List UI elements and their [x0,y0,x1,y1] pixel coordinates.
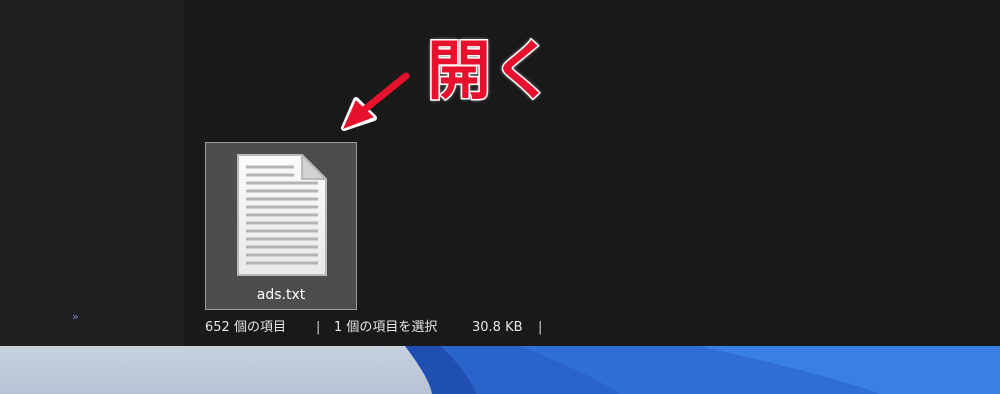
file-item-ads-txt[interactable]: ads.txt [205,142,357,310]
text-document-icon [237,154,327,276]
item-count-text: 652 個の項目 [205,320,286,335]
red-arrow-icon [341,72,410,131]
wallpaper-bloom-shape [405,346,1000,394]
status-separator: | [316,320,321,335]
annotation-open-label: 開く [426,35,557,110]
expand-nav-icon[interactable]: » [72,310,79,323]
navigation-pane: » [0,0,184,346]
selected-count-text: 1 個の項目を選択 [334,320,438,335]
selected-size-text: 30.8 KB [472,320,523,335]
status-separator: | [538,320,543,335]
file-name-label: ads.txt [256,287,306,303]
desktop-wallpaper [0,346,1000,394]
status-bar: 652 個の項目 | 1 個の項目を選択 30.8 KB | [184,312,1000,346]
